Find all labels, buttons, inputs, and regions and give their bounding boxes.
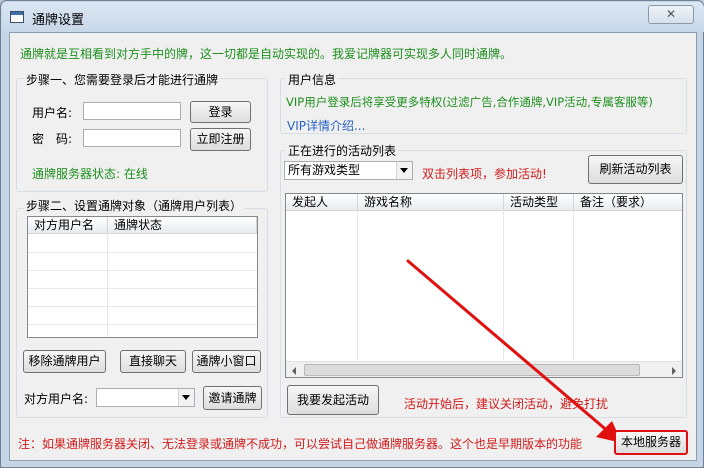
close-icon: ✕ [665,7,677,21]
column-header-game-name[interactable]: 游戏名称 [358,194,504,210]
create-activity-button[interactable]: 我要发起活动 [287,385,379,415]
direct-chat-button[interactable]: 直接聊天 [120,350,186,373]
scroll-left-icon[interactable] [286,362,303,377]
server-status: 通牌服务器状态: 在线 [32,167,148,181]
target-user-combo[interactable] [96,388,195,407]
close-button[interactable]: ✕ [648,5,694,24]
column-header-username[interactable]: 对方用户名 [28,217,108,233]
footer-note: 注：如果通牌服务器关闭、无法登录或通牌不成功，可以尝试自己做通牌服务器。这个也是… [18,437,583,451]
window-app-icon [10,11,24,23]
vip-promo-text: VIP用户登录后将享受更多特权(过滤广告,合作通牌,VIP活动,专属客服等) [286,94,653,110]
step1-title: 步骤一、您需要登录后才能进行通牌 [24,71,221,88]
register-button[interactable]: 立即注册 [190,128,251,151]
remove-user-button[interactable]: 移除通牌用户 [23,350,106,373]
column-header-remarks[interactable]: 备注（要求） [574,194,682,210]
step2-title: 步骤二、设置通牌对象（通牌用户列表） [24,197,245,214]
column-header-status[interactable]: 通牌状态 [108,217,257,233]
scroll-right-icon[interactable] [665,362,682,377]
activity-hint: 双击列表项，参加活动! [422,167,547,181]
userinfo-title: 用户信息 [286,71,339,88]
settings-window: 通牌设置 ✕ 通牌就是互相看到对方手中的牌，这一切都是自动实现的。我爱记牌器可实… [0,0,704,468]
game-type-selected: 所有游戏类型 [288,163,361,177]
tongpai-user-list[interactable]: 对方用户名 通牌状态 [27,216,258,338]
annotation-arrow-icon [406,259,622,443]
chevron-down-icon[interactable] [178,389,194,406]
password-label: 密 码: [32,132,73,146]
chevron-down-icon[interactable] [396,162,412,179]
window-client-area: 通牌就是互相看到对方手中的牌，这一切都是自动实现的。我爱记牌器可实现多人同时通牌… [9,32,697,461]
activity-list-header: 发起人 游戏名称 活动类型 备注（要求） [286,194,682,211]
column-header-initiator[interactable]: 发起人 [286,194,358,210]
game-type-filter[interactable]: 所有游戏类型 [284,161,413,180]
vip-details-link[interactable]: VIP详情介绍... [287,117,365,134]
intro-text: 通牌就是互相看到对方手中的牌，这一切都是自动实现的。我爱记牌器可实现多人同时通牌… [20,47,513,61]
vip-promo: VIP用户登录后将享受更多特权(过滤广告,合作通牌,VIP活动,专属客服等) [286,95,653,109]
username-label: 用户名: [32,106,73,120]
activities-title: 正在进行的活动列表 [286,142,399,159]
invite-button[interactable]: 邀请通牌 [203,386,262,410]
password-input[interactable] [83,129,181,147]
window-title: 通牌设置 [32,13,85,28]
username-input[interactable] [83,102,181,120]
title-bar[interactable]: 通牌设置 ✕ [2,2,704,32]
local-server-button[interactable]: 本地服务器 [614,430,688,455]
mini-window-button[interactable]: 通牌小窗口 [192,350,261,373]
column-header-activity-type[interactable]: 活动类型 [504,194,574,210]
target-user-label: 对方用户名: [24,392,89,406]
refresh-activities-button[interactable]: 刷新活动列表 [588,155,683,184]
user-list-header: 对方用户名 通牌状态 [28,217,257,234]
login-button[interactable]: 登录 [190,101,251,123]
